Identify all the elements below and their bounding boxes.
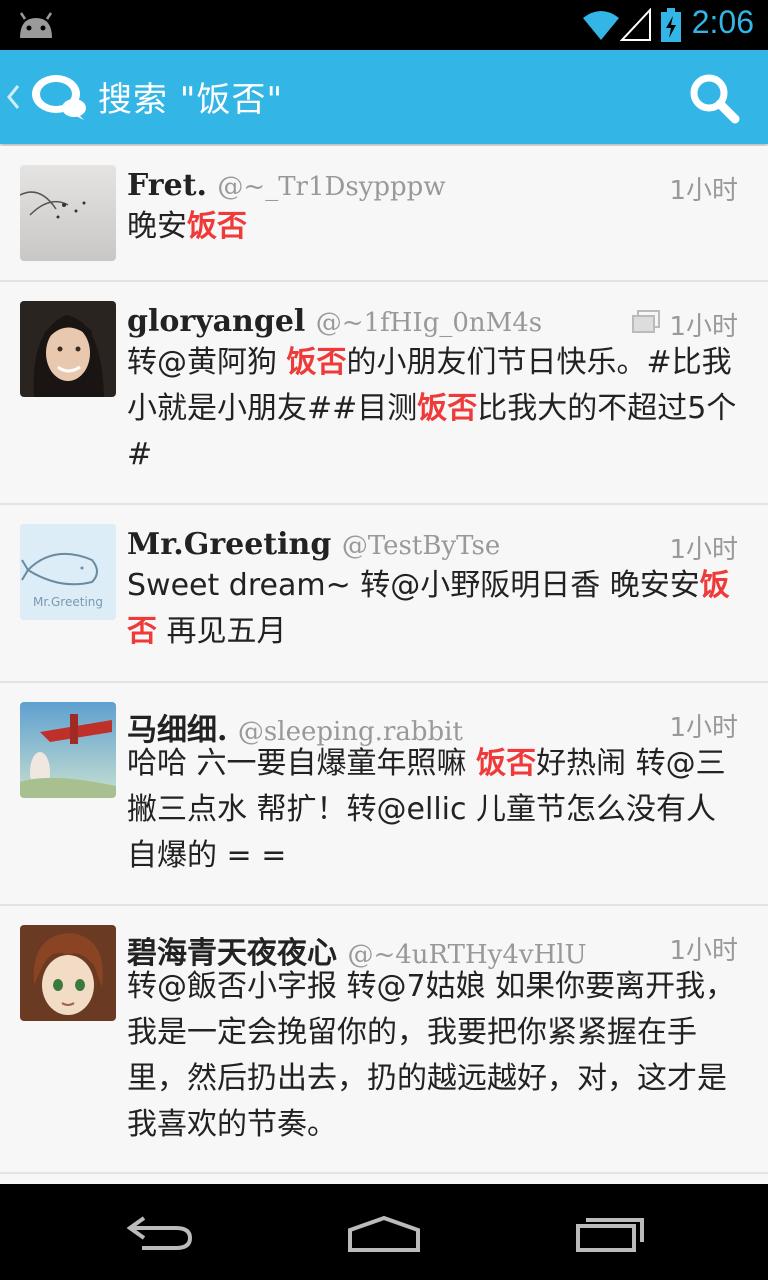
navigation-bar — [0, 1184, 768, 1280]
post-body[interactable]: 转@飯否小字报 转@7姑娘 如果你要离开我，我是一定会挽留你的，我要把你紧紧握在… — [127, 964, 742, 1148]
up-caret-icon[interactable] — [6, 84, 20, 110]
search-icon[interactable] — [688, 72, 740, 124]
search-results-list[interactable]: Fret. @~_Tr1Dsypppw 1小时 晚安饭否 gloryangel … — [0, 146, 768, 1174]
post-author[interactable]: Mr.Greeting @TestByTse — [127, 527, 500, 562]
app-logo-icon[interactable] — [28, 70, 88, 126]
highlight-term: 饭否 — [286, 345, 347, 380]
action-bar: 搜索 "饭否" — [0, 50, 768, 144]
author-name[interactable]: Fret. — [127, 168, 207, 203]
signal-icon — [620, 8, 651, 41]
battery-charging-icon — [661, 8, 681, 42]
recent-apps-icon[interactable] — [574, 1214, 646, 1254]
post-body[interactable]: Sweet dream~ 转@小野阪明日香 晚安安饭否 再见五月 — [127, 563, 742, 655]
avatar-text: Mr.Greeting — [33, 595, 103, 609]
list-item[interactable]: Mr.Greeting Mr.Greeting @TestByTse 1小时 S… — [0, 505, 768, 683]
home-icon[interactable] — [346, 1214, 422, 1254]
body-text: 哈哈 六一要自爆童年照嘛 — [127, 746, 477, 781]
body-text: 转@飯否小字报 转@7姑娘 如果你要离开我，我是一定会挽留你的，我要把你紧紧握在… — [127, 969, 736, 1142]
post-body[interactable]: 哈哈 六一要自爆童年照嘛 饭否好热闹 转@三撇三点水 帮扩！转@ellic 儿童… — [127, 741, 742, 879]
list-item[interactable]: 马细细. @sleeping.rabbit 1小时 哈哈 六一要自爆童年照嘛 饭… — [0, 683, 768, 906]
post-author[interactable]: Fret. @~_Tr1Dsypppw — [127, 168, 446, 203]
author-name[interactable]: gloryangel — [127, 304, 305, 339]
post-author[interactable]: gloryangel @~1fHIg_0nM4s — [127, 304, 542, 339]
avatar[interactable] — [20, 301, 116, 397]
highlight-term: 饭否 — [417, 391, 478, 426]
body-text: 晚安 — [127, 209, 187, 244]
avatar[interactable] — [20, 925, 116, 1021]
body-text: 转@黄阿狗 — [127, 345, 287, 380]
android-notification-icon — [19, 12, 53, 38]
author-handle[interactable]: @~1fHIg_0nM4s — [316, 308, 542, 338]
post-time: 1小时 — [669, 713, 738, 743]
post-time: 1小时 — [669, 176, 738, 206]
list-item[interactable]: gloryangel @~1fHIg_0nM4s 1小时 转@黄阿狗 饭否的小朋… — [0, 282, 768, 505]
status-time: 2:06 — [691, 4, 754, 40]
post-body[interactable]: 转@黄阿狗 饭否的小朋友们节日快乐。#比我小就是小朋友##目测饭否比我大的不超过… — [127, 340, 742, 478]
highlight-term: 饭否 — [187, 209, 247, 244]
author-handle[interactable]: @TestByTse — [342, 531, 500, 561]
author-name[interactable]: Mr.Greeting — [127, 527, 331, 562]
post-time: 1小时 — [669, 535, 738, 565]
avatar[interactable] — [20, 165, 116, 261]
post-time: 1小时 — [669, 936, 738, 966]
post-time: 1小时 — [669, 312, 738, 342]
back-icon[interactable] — [124, 1212, 194, 1252]
body-text: Sweet dream~ 转@小野阪明日香 晚安安 — [127, 568, 700, 603]
photo-attachment-icon — [632, 310, 660, 333]
author-handle[interactable]: @~_Tr1Dsypppw — [217, 172, 445, 202]
post-body[interactable]: 晚安饭否 — [127, 204, 742, 250]
status-bar: 2:06 — [0, 0, 768, 50]
wifi-icon — [583, 11, 619, 40]
list-item[interactable]: 碧海青天夜夜心 @~4uRTHy4vHlU 1小时 转@飯否小字报 转@7姑娘 … — [0, 906, 768, 1174]
body-text: 再见五月 — [157, 614, 287, 649]
highlight-term: 饭否 — [476, 746, 537, 781]
avatar[interactable]: Mr.Greeting — [20, 524, 116, 620]
page-title: 搜索 "饭否" — [98, 80, 284, 120]
avatar[interactable] — [20, 702, 116, 798]
list-item[interactable]: Fret. @~_Tr1Dsypppw 1小时 晚安饭否 — [0, 146, 768, 282]
